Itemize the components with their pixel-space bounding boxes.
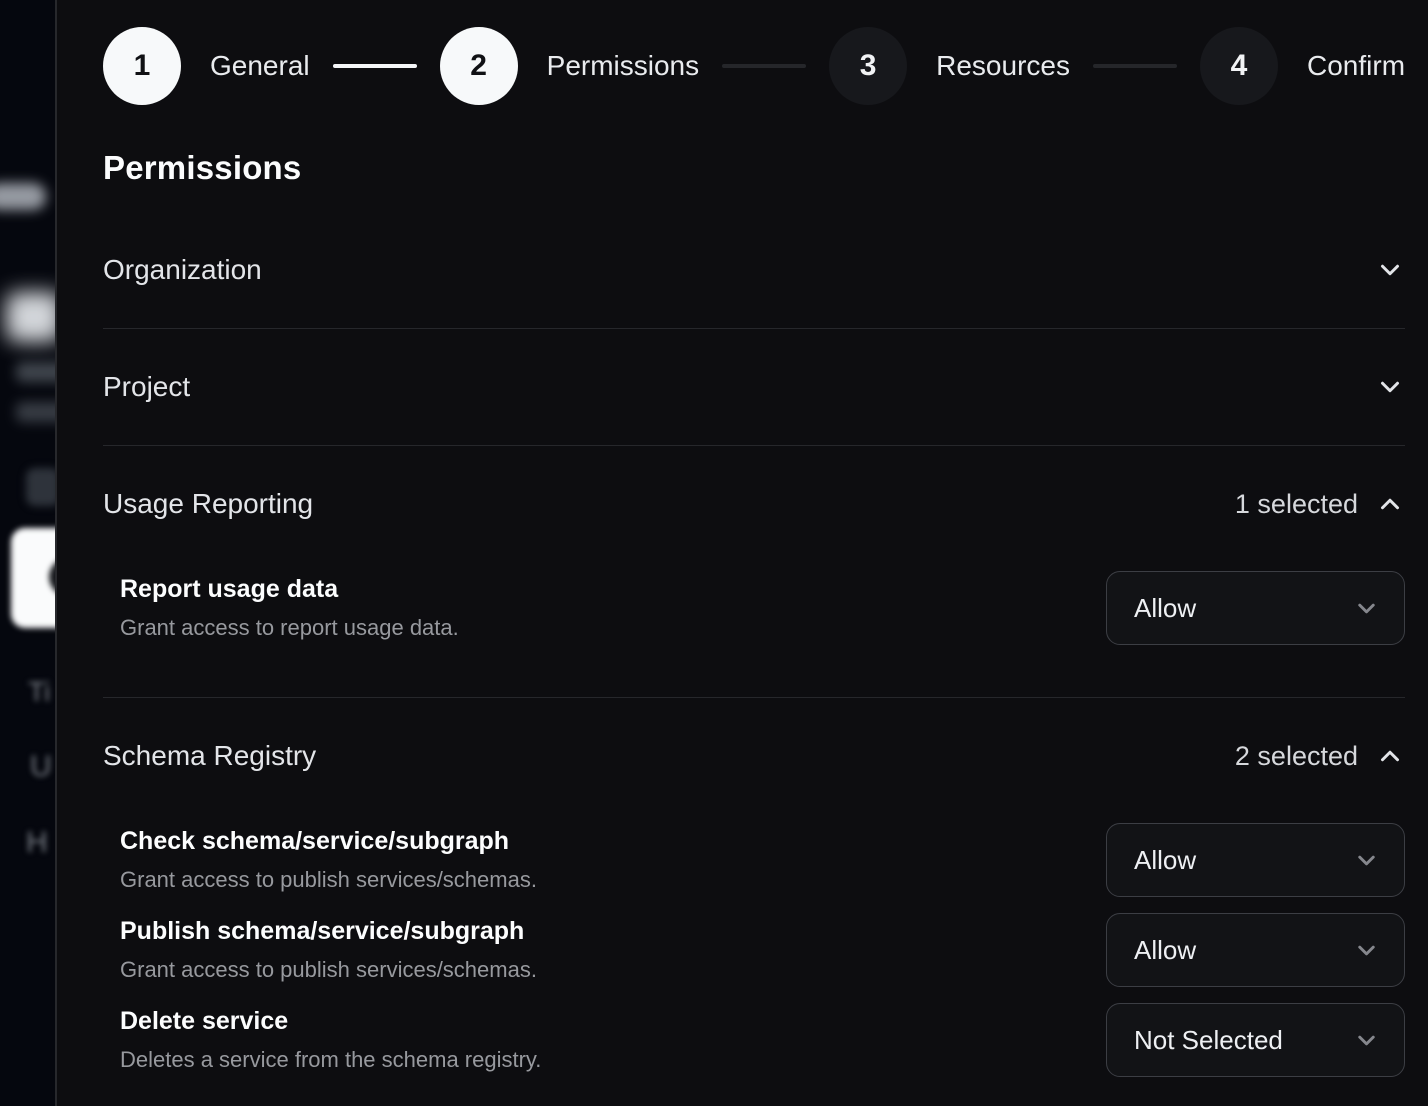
blurred-nav-label: U (30, 750, 52, 784)
permission-sections: Organization Project (103, 212, 1405, 1106)
step-number-badge: 1 (103, 27, 181, 105)
select-value: Not Selected (1134, 1025, 1283, 1056)
step-label: General (210, 50, 310, 82)
blurred-badge (0, 183, 46, 210)
section-schema-registry: Schema Registry 2 selected Check schema/… (103, 698, 1405, 1106)
blurred-text-line (16, 402, 55, 422)
section-header-schema-registry[interactable]: Schema Registry 2 selected (103, 698, 1405, 772)
section-usage-reporting: Usage Reporting 1 selected Report usage … (103, 446, 1405, 698)
step-connector (333, 64, 417, 68)
select-value: Allow (1134, 935, 1196, 966)
step-resources[interactable]: 3 Resources (829, 27, 1070, 105)
blurred-logo-tile (11, 528, 55, 628)
step-confirm[interactable]: 4 Confirm (1200, 27, 1405, 105)
step-connector (1093, 64, 1177, 68)
step-label: Permissions (547, 50, 699, 82)
select-value: Allow (1134, 845, 1196, 876)
permission-select-report-usage-data[interactable]: Allow (1106, 571, 1405, 645)
section-title: Schema Registry (103, 740, 316, 772)
section-header-organization[interactable]: Organization (103, 212, 1405, 328)
section-header-project[interactable]: Project (103, 329, 1405, 445)
permission-description: Grant access to publish services/schemas… (120, 957, 537, 983)
blurred-icon (26, 468, 55, 506)
create-key-wizard-panel: 1 General 2 Permissions 3 Resources 4 Co… (55, 0, 1428, 1106)
section-title: Organization (103, 254, 262, 286)
chevron-up-icon (1375, 489, 1405, 519)
chevron-down-icon (1353, 937, 1380, 964)
permission-description: Deletes a service from the schema regist… (120, 1047, 541, 1073)
background-page-blurred: Ti U H (0, 0, 55, 1106)
chevron-up-icon (1375, 741, 1405, 771)
step-connector (722, 64, 806, 68)
step-permissions[interactable]: 2 Permissions (440, 27, 699, 105)
permission-select-delete-service[interactable]: Not Selected (1106, 1003, 1405, 1077)
wizard-stepper: 1 General 2 Permissions 3 Resources 4 Co… (103, 27, 1405, 105)
permission-row-report-usage-data: Report usage data Grant access to report… (103, 571, 1405, 645)
permission-select-publish-schema[interactable]: Allow (1106, 913, 1405, 987)
step-label: Resources (936, 50, 1070, 82)
section-organization: Organization (103, 212, 1405, 329)
step-number-badge: 3 (829, 27, 907, 105)
step-number-badge: 2 (440, 27, 518, 105)
step-number-badge: 4 (1200, 27, 1278, 105)
blurred-nav-label: Ti (28, 676, 50, 708)
step-label: Confirm (1307, 50, 1405, 82)
section-title: Project (103, 371, 190, 403)
permission-title: Publish schema/service/subgraph (120, 917, 537, 946)
selected-count: 1 selected (1235, 489, 1358, 520)
blurred-text-line (16, 362, 55, 382)
selected-count: 2 selected (1235, 741, 1358, 772)
permission-row-check-schema: Check schema/service/subgraph Grant acce… (103, 823, 1405, 897)
step-general[interactable]: 1 General (103, 27, 310, 105)
blurred-heading (6, 292, 55, 342)
page-title: Permissions (103, 149, 1405, 187)
chevron-down-icon (1353, 1027, 1380, 1054)
blurred-logo-mark (49, 558, 55, 596)
permission-description: Grant access to publish services/schemas… (120, 867, 537, 893)
permission-row-delete-service: Delete service Deletes a service from th… (103, 1003, 1405, 1077)
permission-title: Report usage data (120, 575, 459, 604)
select-value: Allow (1134, 593, 1196, 624)
blurred-nav-label: H (26, 826, 48, 860)
section-header-usage-reporting[interactable]: Usage Reporting 1 selected (103, 446, 1405, 520)
permission-title: Check schema/service/subgraph (120, 827, 537, 856)
chevron-down-icon (1375, 372, 1405, 402)
section-project: Project (103, 329, 1405, 446)
permission-title: Delete service (120, 1007, 541, 1036)
chevron-down-icon (1375, 255, 1405, 285)
chevron-down-icon (1353, 595, 1380, 622)
section-title: Usage Reporting (103, 488, 313, 520)
chevron-down-icon (1353, 847, 1380, 874)
permission-row-publish-schema: Publish schema/service/subgraph Grant ac… (103, 913, 1405, 987)
permission-select-check-schema[interactable]: Allow (1106, 823, 1405, 897)
permission-description: Grant access to report usage data. (120, 615, 459, 641)
